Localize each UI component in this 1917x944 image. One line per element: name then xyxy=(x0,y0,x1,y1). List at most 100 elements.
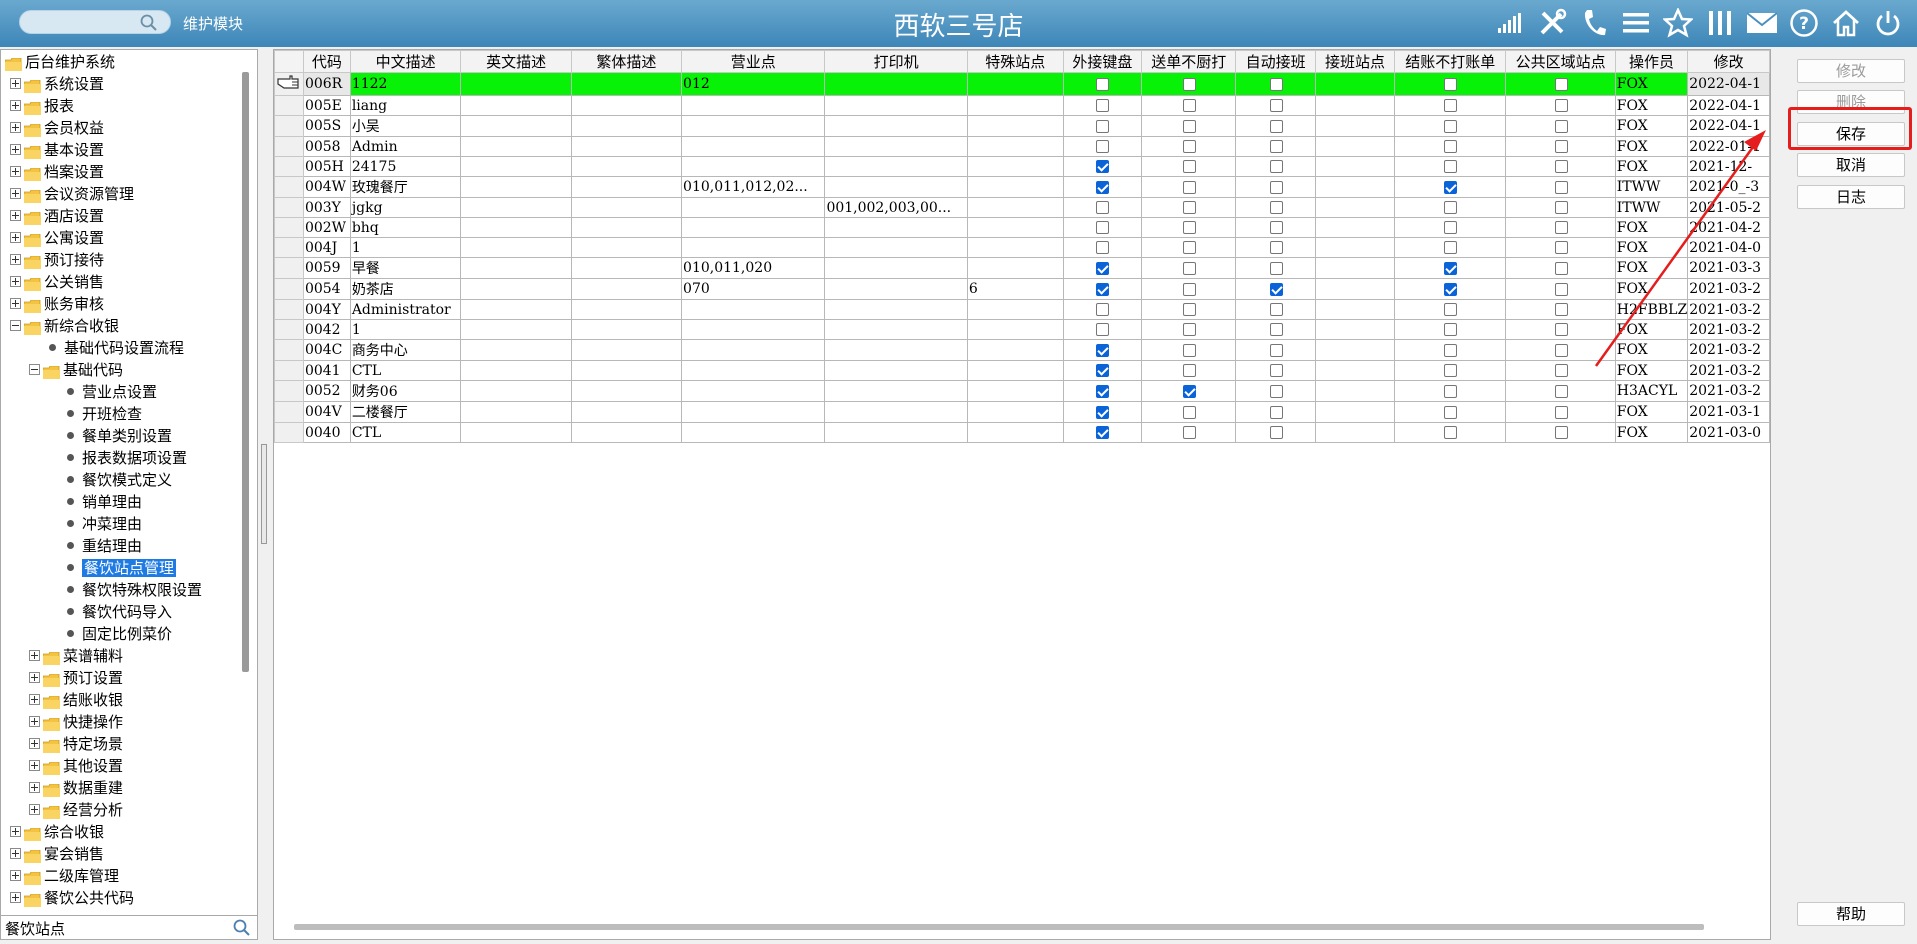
home-icon[interactable] xyxy=(1829,6,1863,40)
cell-operator[interactable]: FOX xyxy=(1614,319,1689,340)
cell-public[interactable] xyxy=(1505,257,1616,279)
cell-shift_station[interactable] xyxy=(1314,237,1396,258)
checkbox[interactable] xyxy=(1554,384,1568,398)
checkbox[interactable] xyxy=(1444,323,1458,336)
cell-code[interactable]: 0054 xyxy=(302,278,351,300)
cell-en[interactable] xyxy=(460,217,572,238)
checkbox[interactable] xyxy=(1096,405,1110,419)
cell-outlet[interactable] xyxy=(681,401,826,423)
expand-icon[interactable] xyxy=(29,672,40,683)
cell-code[interactable]: 0052 xyxy=(302,380,351,402)
checkbox[interactable] xyxy=(1554,405,1568,419)
cell-auto[interactable] xyxy=(1235,197,1316,218)
tree-item[interactable]: 餐饮代码导入 xyxy=(63,601,172,623)
expand-icon[interactable] xyxy=(10,870,21,881)
cell-special[interactable] xyxy=(966,72,1064,96)
row-indicator[interactable] xyxy=(274,422,304,443)
cell-public[interactable] xyxy=(1505,115,1616,137)
row-indicator[interactable] xyxy=(274,319,304,340)
tree-item[interactable]: 经营分析 xyxy=(29,799,123,821)
cell-tw[interactable] xyxy=(570,278,683,300)
cell-modified[interactable]: 2022-04-1 xyxy=(1687,115,1770,137)
cell-nobill[interactable] xyxy=(1394,237,1507,258)
cell-outlet[interactable] xyxy=(681,380,826,402)
tree-item[interactable]: 菜谱辅料 xyxy=(29,645,123,667)
cell-auto[interactable] xyxy=(1235,237,1316,258)
cell-printer[interactable] xyxy=(824,380,968,402)
cell-auto[interactable] xyxy=(1235,339,1316,361)
cell-nokit[interactable] xyxy=(1141,422,1237,443)
cell-operator[interactable]: FOX xyxy=(1614,217,1689,238)
column-header[interactable]: 打印机 xyxy=(824,50,968,73)
cell-printer[interactable] xyxy=(824,72,968,96)
cell-shift_station[interactable] xyxy=(1314,380,1396,402)
cell-kb[interactable] xyxy=(1062,136,1143,157)
checkbox[interactable] xyxy=(1269,119,1283,133)
checkbox[interactable] xyxy=(1096,201,1110,214)
column-header[interactable]: 操作员 xyxy=(1614,50,1689,73)
checkbox[interactable] xyxy=(1182,201,1196,214)
cell-nokit[interactable] xyxy=(1141,72,1237,96)
checkbox[interactable] xyxy=(1269,180,1283,194)
cell-printer[interactable] xyxy=(824,360,968,381)
cell-code[interactable]: 0058 xyxy=(302,136,351,157)
checkbox[interactable] xyxy=(1182,77,1196,91)
table-row[interactable]: 0058 Admin FOX 2022-01-1 xyxy=(274,136,1770,157)
cell-nokit[interactable] xyxy=(1141,95,1237,116)
checkbox[interactable] xyxy=(1182,384,1196,398)
expand-icon[interactable] xyxy=(10,144,21,155)
column-header[interactable]: 外接键盘 xyxy=(1062,50,1143,73)
collapse-icon[interactable] xyxy=(29,364,40,375)
cell-operator[interactable]: FOX xyxy=(1614,72,1689,96)
cell-operator[interactable]: FOX xyxy=(1614,401,1689,423)
signal-icon[interactable] xyxy=(1493,6,1527,40)
cell-nobill[interactable] xyxy=(1394,136,1507,157)
checkbox[interactable] xyxy=(1096,99,1110,112)
checkbox[interactable] xyxy=(1269,384,1283,398)
checkbox[interactable] xyxy=(1444,160,1458,173)
cell-cn[interactable]: 玫瑰餐厅 xyxy=(349,176,462,198)
cell-en[interactable] xyxy=(460,401,572,423)
checkbox[interactable] xyxy=(1554,119,1568,133)
cell-shift_station[interactable] xyxy=(1314,339,1396,361)
cell-cn[interactable]: 1 xyxy=(349,319,462,340)
cell-en[interactable] xyxy=(460,360,572,381)
cell-code[interactable]: 002W xyxy=(302,217,351,238)
cell-tw[interactable] xyxy=(570,360,683,381)
row-indicator[interactable] xyxy=(274,380,304,402)
cell-outlet[interactable]: 012 xyxy=(681,72,826,96)
cell-nokit[interactable] xyxy=(1141,176,1237,198)
table-row[interactable]: 004J 1 FOX 2021-04-0 xyxy=(274,237,1770,258)
checkbox[interactable] xyxy=(1096,384,1110,398)
cell-operator[interactable]: ITWW xyxy=(1614,176,1689,198)
checkbox[interactable] xyxy=(1096,282,1110,296)
cell-auto[interactable] xyxy=(1235,319,1316,340)
row-indicator[interactable] xyxy=(274,299,304,320)
cell-tw[interactable] xyxy=(570,197,683,218)
cell-code[interactable]: 005H xyxy=(302,156,351,177)
cell-outlet[interactable] xyxy=(681,339,826,361)
checkbox[interactable] xyxy=(1182,426,1196,439)
checkbox[interactable] xyxy=(1444,241,1458,254)
cell-en[interactable] xyxy=(460,339,572,361)
cell-en[interactable] xyxy=(460,136,572,157)
cell-operator[interactable]: FOX xyxy=(1614,339,1689,361)
column-header[interactable]: 特殊站点 xyxy=(966,50,1064,73)
cell-nokit[interactable] xyxy=(1141,217,1237,238)
expand-icon[interactable] xyxy=(10,848,21,859)
cell-modified[interactable]: 2021-03-1 xyxy=(1687,401,1770,423)
expand-icon[interactable] xyxy=(29,650,40,661)
checkbox[interactable] xyxy=(1554,140,1568,153)
tree-item[interactable]: 会议资源管理 xyxy=(10,183,134,205)
cell-operator[interactable]: FOX xyxy=(1614,136,1689,157)
cell-auto[interactable] xyxy=(1235,299,1316,320)
column-header[interactable]: 繁体描述 xyxy=(570,50,683,73)
table-row[interactable]: 006R 1122 012 FOX 2022-04-1 xyxy=(274,72,1770,96)
cell-shift_station[interactable] xyxy=(1314,156,1396,177)
log-button[interactable]: 日志 xyxy=(1797,185,1905,209)
checkbox[interactable] xyxy=(1096,241,1110,254)
column-header[interactable]: 公共区域站点 xyxy=(1505,50,1616,73)
cell-printer[interactable] xyxy=(824,115,968,137)
expand-icon[interactable] xyxy=(10,232,21,243)
tree-item[interactable]: 基本设置 xyxy=(10,139,104,161)
